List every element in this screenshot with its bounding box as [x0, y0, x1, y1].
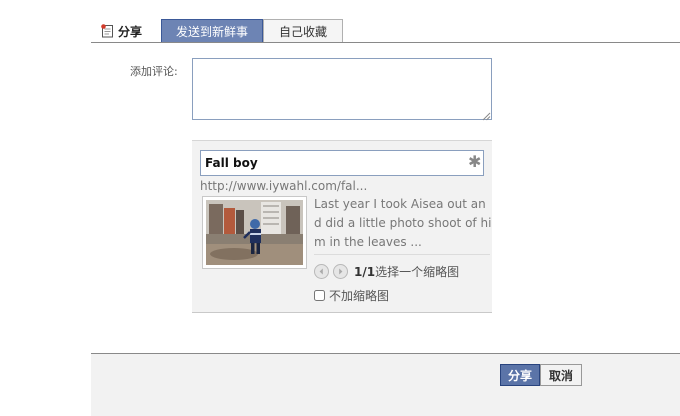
- link-title-input[interactable]: [200, 150, 484, 176]
- thumbnail-counter: 1/1: [354, 264, 376, 279]
- link-url: http://www.iywahl.com/fal...: [200, 179, 368, 193]
- comment-label: 添加评论:: [130, 65, 178, 78]
- resize-grip-icon[interactable]: [482, 110, 491, 121]
- tab-save-to-favorites[interactable]: 自己收藏: [263, 19, 343, 42]
- next-thumbnail-button[interactable]: [333, 264, 348, 279]
- share-button[interactable]: 分享: [500, 364, 540, 386]
- no-thumbnail-label: 不加缩略图: [329, 289, 390, 303]
- share-header: 分享: [101, 20, 142, 42]
- thumbnail-navigation: 1/1 选择一个缩略图: [314, 263, 459, 280]
- share-title: 分享: [118, 24, 143, 39]
- share-note-icon: [101, 24, 114, 38]
- thumbnail-image: [202, 196, 307, 269]
- description-divider: [314, 254, 490, 255]
- tab-send-to-feed[interactable]: 发送到新鲜事: [161, 19, 263, 42]
- comment-field-wrapper: [192, 58, 492, 121]
- edit-asterisk-icon[interactable]: ✱: [468, 154, 481, 170]
- dialog-footer: [91, 353, 680, 416]
- comment-textarea[interactable]: [192, 58, 492, 120]
- link-preview: ✱ http://www.iywahl.com/fal... Last ye: [192, 140, 492, 313]
- no-thumbnail-option[interactable]: 不加缩略图: [314, 287, 389, 304]
- previous-thumbnail-button[interactable]: [314, 264, 329, 279]
- link-description: Last year I took Aisea out and did a lit…: [314, 197, 492, 249]
- cancel-button[interactable]: 取消: [540, 364, 582, 386]
- no-thumbnail-checkbox[interactable]: [314, 290, 325, 301]
- tab-divider: [91, 42, 680, 43]
- thumbnail-select-label: 选择一个缩略图: [375, 265, 460, 279]
